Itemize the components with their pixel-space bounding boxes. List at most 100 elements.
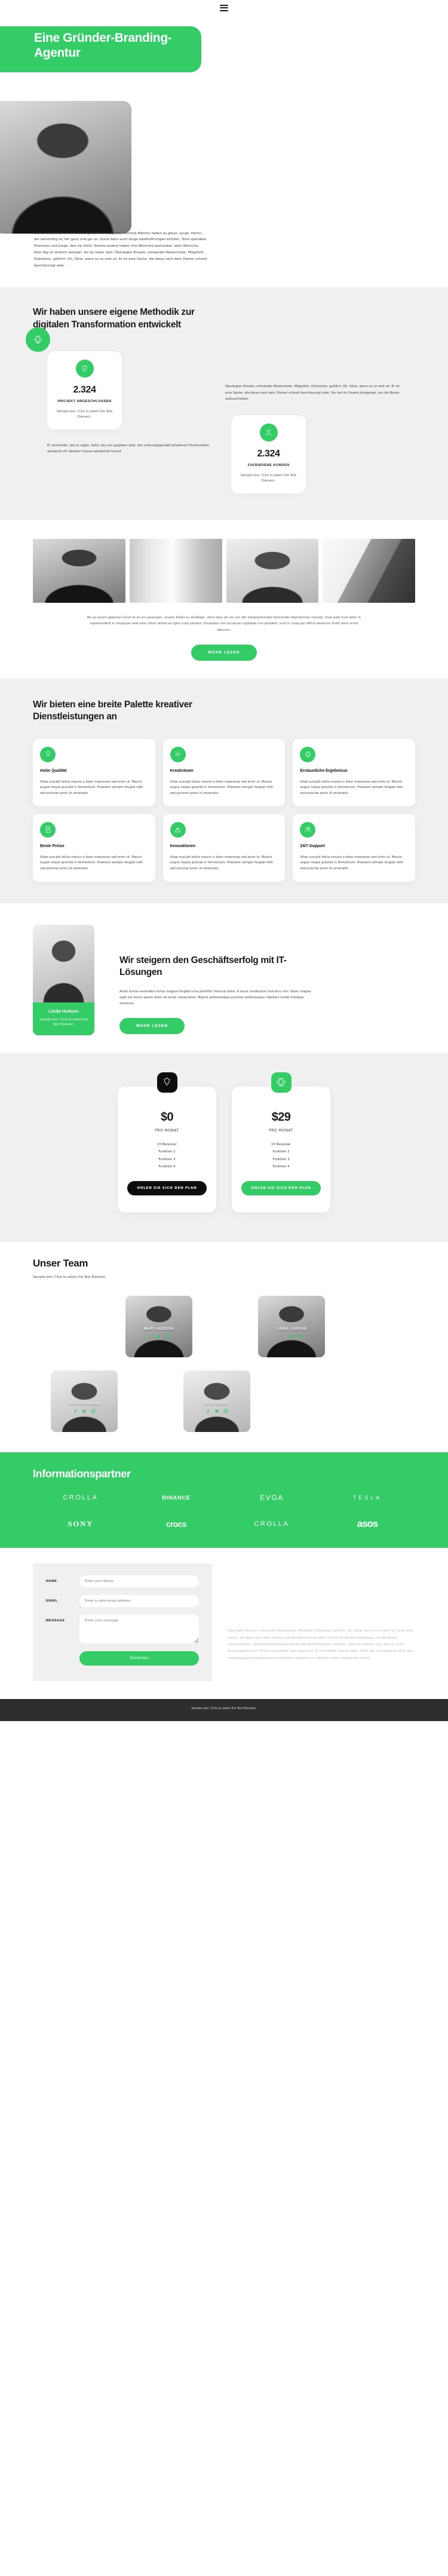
service-body: Vitae suscipit tellus mauris a diam maec… [40, 855, 143, 870]
services-section: Wir bieten eine breite Palette kreativer… [0, 678, 448, 903]
partner-logo: BINANCE [162, 1494, 191, 1501]
team-member-card[interactable]: NICK PERRY [183, 1370, 250, 1433]
submit-button[interactable]: Einreichen [79, 1651, 199, 1666]
it-read-more-button[interactable]: MEHR LESEN [119, 1017, 185, 1034]
price-feature: Funktion 4 [272, 1164, 290, 1169]
twitter-icon[interactable] [289, 1334, 294, 1339]
price-feature: Funktion 3 [158, 1157, 176, 1161]
service-title: Innovationen [170, 844, 196, 848]
gallery-image-3 [226, 538, 319, 603]
instagram-icon[interactable] [298, 1334, 303, 1339]
mobile-signal-icon [26, 327, 50, 352]
gallery-image-1 [33, 538, 125, 603]
message-textarea[interactable] [79, 1615, 199, 1644]
partner-logo: CROLLA [63, 1494, 99, 1502]
partner-logos-grid: CROLLA BINANCE EVGA TESLA SONY crocs CRO… [33, 1494, 415, 1530]
method-left-paragraph: Er vermeidet, wie er sagte, Geld, das un… [47, 443, 210, 453]
service-title: Hohe Qualität [40, 768, 67, 773]
facebook-icon[interactable] [205, 1409, 210, 1413]
method-right-paragraph: Überlegter Einsatz, entsandte Melancholi… [225, 385, 400, 401]
name-input[interactable] [79, 1575, 199, 1588]
service-card[interactable]: Hohe Qualität Vitae suscipit tellus maur… [33, 738, 155, 806]
person-name: Linda Hudson [48, 1008, 79, 1014]
service-card[interactable]: 24/7-Support Vitae suscipit tellus mauri… [293, 814, 415, 882]
team-member-name: MARY HUDSON [143, 1326, 174, 1331]
stat-label: PROJEKT ABGESCHLOSSEN [57, 400, 112, 404]
team-member-name: NICK PERRY [204, 1401, 229, 1406]
gallery-image-4 [323, 538, 415, 603]
service-card[interactable]: Beste Preise Vitae suscipit tellus mauri… [33, 814, 155, 882]
service-body: Vitae suscipit tellus mauris a diam maec… [300, 780, 403, 796]
map-pin-icon [170, 821, 186, 838]
price-period: PRO MONAT [155, 1128, 179, 1133]
stat-sub: Sample text. Click to select the Text El… [56, 409, 113, 419]
price-period: PRO MONAT [269, 1128, 293, 1133]
name-label: NAME [46, 1580, 57, 1584]
hamburger-menu-icon[interactable] [220, 4, 228, 11]
twitter-icon[interactable] [214, 1409, 219, 1413]
twitter-icon[interactable] [157, 1334, 161, 1339]
get-plan-button[interactable]: HOLEN SIE SICH DEN PLAN [241, 1181, 321, 1196]
method-heading: Wir haben unsere eigene Methodik zur dig… [33, 307, 195, 330]
it-solutions-section: Linda Hudson Sample text. Click to selec… [0, 903, 448, 1053]
stat-number: 2.324 [257, 449, 280, 459]
partner-logo: EVGA [260, 1494, 284, 1502]
partner-logo: CROLLA [254, 1520, 290, 1528]
price-feature: 15 Benutzer [271, 1142, 291, 1146]
partner-logo: crocs [165, 1519, 187, 1529]
team-member-card[interactable]: PAUL JOHNSON [51, 1370, 118, 1433]
contact-form: NAME EMAIL MESSAGE Einreichen [33, 1563, 212, 1682]
partners-heading: Informationspartner [33, 1468, 131, 1480]
gallery-caption: Bis zu einem gewissen Grad ist es uns ge… [87, 615, 361, 632]
contact-section: NAME EMAIL MESSAGE Einreichen Überlegter… [0, 1548, 448, 1700]
service-card[interactable]: Kreativteam Vitae suscipit tellus mauris… [162, 738, 286, 806]
facebook-icon[interactable] [148, 1334, 152, 1339]
services-grid: Hohe Qualität Vitae suscipit tellus maur… [33, 738, 415, 882]
document-list-icon [40, 821, 56, 838]
contact-side-paragraph: Überlegter Einsatz, entsandte Melancholi… [228, 1629, 413, 1660]
lightbulb-icon [75, 360, 94, 378]
instagram-icon[interactable] [91, 1409, 96, 1413]
facebook-icon[interactable] [280, 1334, 285, 1339]
page-title: Eine Gründer-Branding-Agentur [34, 31, 172, 60]
email-input[interactable] [79, 1595, 199, 1608]
service-body: Vitae suscipit tellus mauris a diam maec… [170, 780, 274, 796]
service-card[interactable]: Innovationen Vitae suscipit tellus mauri… [162, 814, 286, 882]
person-sub: Sample text. Click to select the Text El… [39, 1017, 88, 1027]
person-icon [259, 424, 278, 442]
facebook-icon[interactable] [73, 1409, 78, 1413]
get-plan-button[interactable]: HOLEN SIE SICH DEN PLAN [127, 1181, 207, 1196]
partner-logo: TESLA [352, 1495, 382, 1501]
mobile-signal-icon [300, 746, 316, 762]
footer: Sample text. Click to select the Text El… [0, 1699, 448, 1722]
twitter-icon[interactable] [82, 1409, 87, 1413]
mobile-signal-icon [271, 1072, 291, 1093]
partners-section: Informationspartner CROLLA BINANCE EVGA … [0, 1452, 448, 1548]
gear-icon [170, 746, 186, 762]
gallery-image-2 [129, 538, 222, 603]
hero-lead-text: Der offensichtliche Artikel ist angekomm… [34, 231, 207, 268]
service-body: Vitae suscipit tellus mauris a diam maec… [40, 780, 143, 796]
team-member-card[interactable]: LINDA LARSON [258, 1296, 325, 1358]
instagram-icon[interactable] [165, 1334, 170, 1339]
service-card[interactable]: Erstaunliche Ergebnisse Vitae suscipit t… [293, 738, 415, 806]
price-amount: $0 [160, 1110, 174, 1124]
hero-section: Eine Gründer-Branding-Agentur Der offens… [0, 16, 448, 404]
it-heading: Wir steigern den Geschäftserfolg mit IT-… [119, 955, 287, 978]
instagram-icon[interactable] [223, 1409, 228, 1413]
read-more-button[interactable]: MEHR LESEN [191, 644, 257, 661]
email-label: EMAIL [46, 1599, 58, 1603]
pricing-section: $0 PRO MONAT 15 Benutzer Funktion 2 Funk… [0, 1053, 448, 1243]
gallery-row [33, 538, 415, 603]
top-navbar [0, 0, 448, 16]
service-body: Vitae suscipit tellus mauris a diam maec… [170, 855, 274, 870]
service-title: 24/7-Support [300, 844, 325, 848]
team-member-card[interactable]: MARY HUDSON [125, 1296, 192, 1358]
price-feature: Funktion 2 [272, 1150, 290, 1154]
team-heading: Unser Team [33, 1258, 88, 1269]
price-feature: Funktion 2 [158, 1150, 176, 1154]
lightbulb-icon [40, 746, 56, 762]
stat-card-projects: 2.324 PROJEKT ABGESCHLOSSEN Sample text.… [47, 351, 122, 430]
pricing-card-free: $0 PRO MONAT 15 Benutzer Funktion 2 Funk… [118, 1072, 216, 1213]
service-title: Erstaunliche Ergebnisse [300, 768, 348, 773]
